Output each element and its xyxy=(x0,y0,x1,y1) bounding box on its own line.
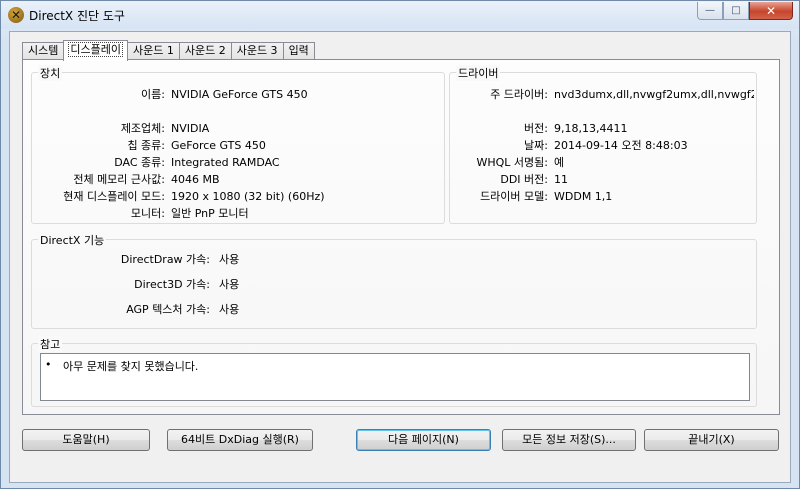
tab-system[interactable]: 시스템 xyxy=(22,42,65,60)
help-button[interactable]: 도움말(H) xyxy=(22,429,150,451)
device-group: 장치 이름: NVIDIA GeForce GTS 450 제조업체: NVID… xyxy=(31,65,445,224)
driver-group-label: 드라이버 xyxy=(456,65,501,81)
tab-sound-2[interactable]: 사운드 2 xyxy=(178,42,232,60)
save-all-info-button[interactable]: 모든 정보 저장(S)... xyxy=(502,429,636,451)
window-title: DirectX 진단 도구 xyxy=(29,9,125,23)
tab-display[interactable]: 디스플레이 xyxy=(63,40,128,61)
tab-sound-3[interactable]: 사운드 3 xyxy=(230,42,284,60)
maximize-button[interactable]: □ xyxy=(723,2,749,20)
exit-button[interactable]: 끝내기(X) xyxy=(644,429,779,451)
tab-sound-1[interactable]: 사운드 1 xyxy=(126,42,180,60)
close-button[interactable]: ✕ xyxy=(749,2,793,20)
title-bar[interactable]: ✕ DirectX 진단 도구 — □ ✕ xyxy=(1,1,799,29)
run-64bit-dxdiag-button[interactable]: 64비트 DxDiag 실행(R) xyxy=(167,429,313,451)
dxdiag-window: ✕ DirectX 진단 도구 — □ ✕ 시스템 디스플레이 사운드 1 사운… xyxy=(0,0,800,489)
close-icon: ✕ xyxy=(765,3,777,18)
maximize-icon: □ xyxy=(731,5,741,16)
device-group-label: 장치 xyxy=(38,65,63,81)
tab-input[interactable]: 입력 xyxy=(282,42,315,60)
minimize-button[interactable]: — xyxy=(697,2,723,20)
directx-features-group: DirectX 기능 DirectDraw 가속: 사용 Direct3D 가속… xyxy=(31,232,757,329)
next-page-button[interactable]: 다음 페이지(N) xyxy=(356,429,491,451)
driver-row-main-driver: 주 드라이버: nvd3dumx,dll,nvwgf2umx,dll,nvwgf… xyxy=(490,88,754,101)
directx-features-label: DirectX 기능 xyxy=(38,232,107,248)
tab-strip: 시스템 디스플레이 사운드 1 사운드 2 사운드 3 입력 xyxy=(22,40,315,61)
driver-group: 드라이버 주 드라이버: nvd3dumx,dll,nvwgf2umx,dll,… xyxy=(449,65,757,224)
display-tab-panel: 장치 이름: NVIDIA GeForce GTS 450 제조업체: NVID… xyxy=(22,59,780,415)
note-item: 아무 문제를 찾지 못했습니다. xyxy=(63,360,199,373)
notes-group: 참고 • 아무 문제를 찾지 못했습니다. xyxy=(31,336,757,407)
directx-x-icon: ✕ xyxy=(8,7,24,23)
note-bullet: • xyxy=(45,358,52,371)
notes-textbox[interactable]: • 아무 문제를 찾지 못했습니다. xyxy=(40,353,750,401)
dialog-client-area: 시스템 디스플레이 사운드 1 사운드 2 사운드 3 입력 장치 이름: NV… xyxy=(9,31,791,483)
minimize-icon: — xyxy=(705,5,715,16)
notes-group-label: 참고 xyxy=(38,336,63,352)
